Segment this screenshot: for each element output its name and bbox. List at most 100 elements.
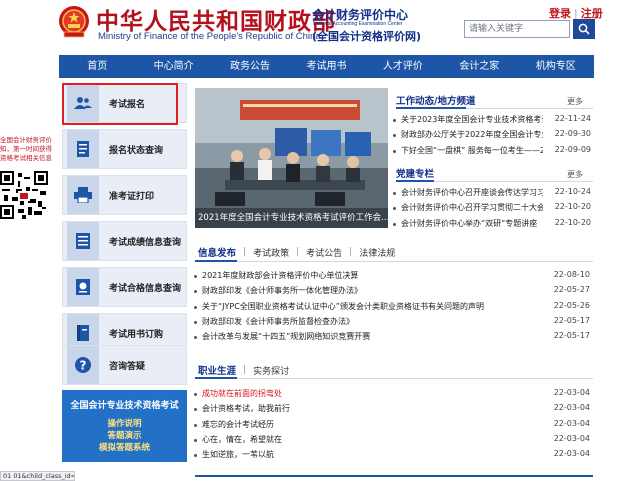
sidebar-item-admission-ticket[interactable]: 准考证打印 — [62, 175, 187, 215]
mock-exam-link[interactable]: 模拟答题系统 — [62, 442, 187, 454]
list-item: 会计财务评价中心举办“双研”专题讲座 22-10-20 — [393, 218, 591, 233]
tab-separator: | — [296, 247, 300, 257]
divider-accent — [396, 180, 434, 182]
users-icon — [67, 84, 99, 122]
list-item: 财政部印发《会计师事务所监督检查办法》 22-05-17 — [194, 316, 590, 331]
float-text-line: 资格考试相关信息 — [0, 154, 52, 162]
divider-accent — [396, 107, 466, 109]
news-title-link[interactable]: 2021年度财政部会计资格评价中心单位决算 — [202, 270, 542, 281]
tab-separator: | — [243, 247, 247, 257]
news-date: 22-03-04 — [553, 418, 590, 428]
news-date: 22-09-09 — [554, 144, 591, 154]
cert-exam-links: 操作说明 答题演示 模拟答题系统 — [62, 418, 187, 454]
party-news-more-link[interactable]: 更多 — [567, 169, 583, 180]
news-title-link[interactable]: 关于2023年度全国会计专业技术资格考试考... — [401, 114, 543, 125]
tab-practice[interactable]: 实务探讨 — [253, 364, 289, 377]
news-title-link[interactable]: 财政部印发《会计师事务所监督检查办法》 — [202, 316, 542, 327]
search-button[interactable] — [573, 19, 595, 39]
tab-separator: | — [243, 365, 247, 375]
info-tabs: 信息发布 | 考试政策 | 考试公告 | 法律法规 — [198, 245, 395, 259]
work-news-more-link[interactable]: 更多 — [567, 96, 583, 107]
sidebar-item-qualification-query[interactable]: 考试合格信息查询 — [62, 267, 187, 307]
certificate-icon — [67, 268, 99, 306]
sidebar-item-score-query[interactable]: 考试成绩信息查询 — [62, 221, 187, 261]
site-header: 中华人民共和国财政部 Ministry of Finance of the Pe… — [0, 0, 641, 52]
news-date: 22-03-04 — [553, 449, 590, 459]
news-title-link[interactable]: 会计改革与发展“十四五”规划网络知识竞赛开赛 — [202, 331, 542, 342]
floating-qr-panel: 全国会计财务评价 知，第一时间获得 资格考试相关信息 — [0, 136, 54, 219]
news-title-link[interactable]: 会计资格考试，助我前行 — [202, 403, 542, 414]
divider — [195, 378, 593, 379]
bullet-icon — [393, 222, 396, 226]
question-icon: ? — [67, 346, 99, 384]
cert-exam-panel: 全国会计专业技术资格考试 操作说明 答题演示 模拟答题系统 — [62, 390, 187, 462]
national-emblem-icon — [59, 6, 89, 38]
news-title-link[interactable]: 下好全国“一盘棋” 服务每一位考生——20... — [401, 145, 543, 156]
tab-separator: | — [349, 247, 353, 257]
list-item: 会计改革与发展“十四五”规划网络知识竞赛开赛 22-05-17 — [194, 331, 590, 346]
tab-info-release[interactable]: 信息发布 — [198, 245, 236, 259]
info-news-list: 2021年度财政部会计资格评价中心单位决算 22-08-10 财政部印发《会计师事… — [194, 270, 590, 346]
float-text-line: 知，第一时间获得 — [0, 145, 52, 153]
sidebar-item-label: 考试用书订购 — [109, 329, 164, 340]
list-item: 难忘的会计考试经历 22-03-04 — [194, 419, 590, 434]
news-title-link[interactable]: 会计财务评价中心召开座谈会传达学习习近... — [401, 187, 543, 198]
center-subtitle: (全国会计资格评价网) — [312, 30, 422, 43]
news-title-link[interactable]: 心在，情在，希望就在 — [202, 434, 542, 445]
meeting-photo — [195, 88, 388, 228]
sidebar-item-exam-registration[interactable]: 考试报名 — [62, 83, 187, 125]
footer-divider — [195, 475, 593, 477]
tab-exam-notice[interactable]: 考试公告 — [306, 246, 342, 259]
main-nav: 首页 中心简介 政务公告 考试用书 人才评价 会计之家 机构专区 — [59, 55, 594, 78]
news-title-link[interactable]: 难忘的会计考试经历 — [202, 419, 542, 430]
float-text-line: 全国会计财务评价 — [0, 136, 52, 144]
news-title-link[interactable]: 会计财务评价中心举办“双研”专题讲座 — [401, 218, 543, 229]
tab-career[interactable]: 职业生涯 — [198, 363, 236, 377]
demo-link[interactable]: 答题演示 — [62, 430, 187, 442]
list-item: 关于2023年度全国会计专业技术资格考试考... 22-11-24 — [393, 114, 591, 129]
list-item: 会计财务评价中心召开座谈会传达学习习近... 22-10-24 — [393, 187, 591, 202]
nav-item-institutions[interactable]: 机构专区 — [518, 55, 594, 78]
tab-laws[interactable]: 法律法规 — [359, 246, 395, 259]
nav-item-announcements[interactable]: 政务公告 — [212, 55, 288, 78]
nav-item-about[interactable]: 中心简介 — [135, 55, 211, 78]
career-news-list: 成功就在前面的拐弯处 22-03-04 会计资格考试，助我前行 22-03-04 难… — [194, 388, 590, 464]
sidebar-item-label: 准考证打印 — [109, 191, 155, 202]
login-link[interactable]: 登录 — [549, 7, 571, 20]
nav-item-home[interactable]: 首页 — [59, 55, 135, 78]
list-item: 生如逆旅，一苇以航 22-03-04 — [194, 449, 590, 464]
operation-guide-link[interactable]: 操作说明 — [62, 418, 187, 430]
bullet-icon — [393, 192, 396, 195]
news-title-link[interactable]: 会计财务评价中心召开学习贯彻二十大会议... — [401, 202, 543, 213]
list-item: 心在，情在，希望就在 22-03-04 — [194, 434, 590, 449]
ministry-title-en: Ministry of Finance of the People's Repu… — [98, 31, 321, 42]
news-title-link[interactable]: 关于“JYPC全国职业资格考试认证中心”颁发会计类职业资格证书有关问题的声明 — [202, 301, 542, 312]
list-item: 2021年度财政部会计资格评价中心单位决算 22-08-10 — [194, 270, 590, 285]
news-title-link[interactable]: 成功就在前面的拐弯处 — [202, 388, 542, 399]
sidebar-item-consultation[interactable]: ? 咨询答疑 — [62, 345, 187, 385]
news-photo-carousel[interactable]: 2021年度全国会计专业技术资格考试评价工作会... — [195, 88, 388, 228]
search-input[interactable] — [464, 20, 570, 38]
news-date: 22-08-10 — [553, 270, 590, 279]
news-title-link[interactable]: 生如逆旅，一苇以航 — [202, 449, 542, 460]
sidebar-item-label: 咨询答疑 — [109, 361, 146, 372]
sidebar-item-registration-status[interactable]: 报名状态查询 — [62, 129, 187, 169]
tab-exam-policy[interactable]: 考试政策 — [253, 246, 289, 259]
list-item: 会计资格考试，助我前行 22-03-04 — [194, 403, 590, 418]
bullet-icon — [194, 336, 197, 340]
nav-item-accounting-home[interactable]: 会计之家 — [441, 55, 517, 78]
list-item: 成功就在前面的拐弯处 22-03-04 — [194, 388, 590, 403]
news-title-link[interactable]: 财政部印发《会计师事务所一体化管理办法》 — [202, 285, 542, 296]
browser-status-bar: 01 01&child_class_id= — [0, 471, 75, 481]
sidebar-item-label: 考试成绩信息查询 — [109, 237, 182, 248]
photo-caption: 2021年度全国会计专业技术资格考试评价工作会... — [195, 208, 388, 228]
list-item: 财政部办公厅关于2022年度全国会计专业技术... 22-09-30 — [393, 129, 591, 144]
divider — [195, 261, 593, 262]
divider-accent — [195, 377, 237, 379]
sidebar-item-label: 考试合格信息查询 — [109, 283, 182, 294]
news-date: 22-10-24 — [554, 187, 591, 196]
news-title-link[interactable]: 财政部办公厅关于2022年度全国会计专业技术... — [401, 129, 543, 140]
party-news-list: 会计财务评价中心召开座谈会传达学习习近... 22-10-24 会计财务评价中心召… — [393, 187, 591, 233]
nav-item-books[interactable]: 考试用书 — [288, 55, 364, 78]
nav-item-talent[interactable]: 人才评价 — [365, 55, 441, 78]
